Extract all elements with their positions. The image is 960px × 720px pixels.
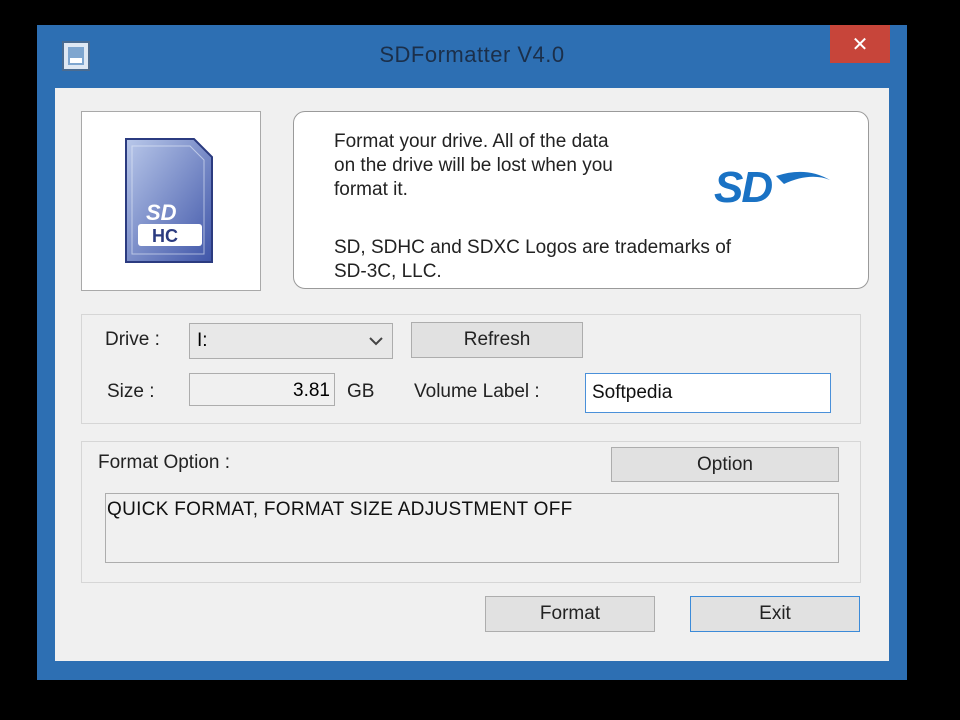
volume-label-label: Volume Label :	[414, 381, 540, 402]
svg-text:SD: SD	[146, 200, 177, 225]
size-label: Size :	[107, 381, 155, 402]
sdformatter-window: SDFormatter V4.0 ✕ SD HC Format your dri…	[37, 25, 907, 680]
format-button[interactable]: Format	[485, 596, 655, 632]
drive-select[interactable]: I:	[189, 323, 393, 359]
close-button[interactable]: ✕	[830, 25, 890, 63]
size-unit: GB	[347, 381, 375, 402]
dialog-body: SD HC Format your drive. All of the data…	[55, 88, 889, 661]
trademark-line-2: SD-3C, LLC.	[334, 261, 442, 282]
size-field: 3.81	[189, 373, 335, 406]
format-option-value: QUICK FORMAT, FORMAT SIZE ADJUSTMENT OFF	[107, 499, 573, 520]
sd-card-image-panel: SD HC	[81, 111, 261, 291]
warning-line-1: Format your drive. All of the data	[334, 131, 609, 152]
exit-button[interactable]: Exit	[690, 596, 860, 632]
svg-text:HC: HC	[152, 226, 178, 246]
sd-logo-icon: SD	[714, 163, 830, 212]
warning-line-2: on the drive will be lost when you	[334, 155, 613, 176]
svg-text:SD: SD	[714, 163, 772, 212]
drive-select-value: I:	[197, 330, 208, 351]
close-icon: ✕	[851, 33, 869, 56]
sd-card-icon: SD HC	[125, 138, 213, 263]
format-option-label: Format Option :	[98, 452, 230, 473]
format-option-display: QUICK FORMAT, FORMAT SIZE ADJUSTMENT OFF	[105, 493, 839, 563]
drive-label: Drive :	[105, 329, 160, 350]
trademark-line-1: SD, SDHC and SDXC Logos are trademarks o…	[334, 237, 732, 258]
warning-line-3: format it.	[334, 179, 408, 200]
info-panel: Format your drive. All of the data on th…	[293, 111, 869, 289]
refresh-button[interactable]: Refresh	[411, 322, 583, 358]
window-title: SDFormatter V4.0	[379, 42, 565, 67]
option-button[interactable]: Option	[611, 447, 839, 482]
title-bar[interactable]: SDFormatter V4.0 ✕	[37, 25, 907, 87]
chevron-down-icon	[369, 337, 383, 346]
size-value: 3.81	[293, 380, 330, 401]
volume-label-input[interactable]	[585, 373, 831, 413]
